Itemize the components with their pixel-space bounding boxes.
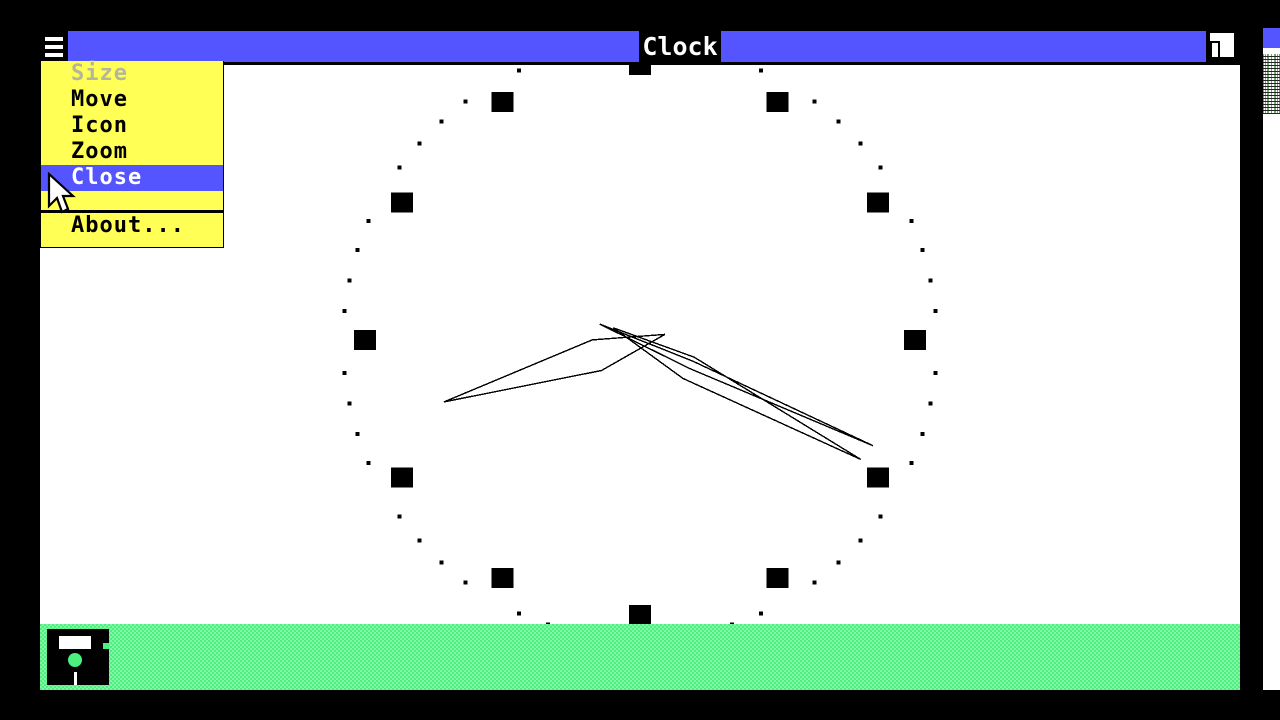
screen-border-bottom — [0, 690, 1280, 720]
minute-dot — [397, 165, 402, 170]
hour-marker — [766, 568, 789, 589]
minute-dot — [366, 219, 371, 224]
background-window-sliver[interactable] — [1262, 28, 1280, 690]
background-window-titlebar — [1263, 28, 1280, 48]
hamburger-menu-icon[interactable] — [40, 28, 68, 65]
hour-marker — [390, 467, 413, 488]
hamburger-bar — [45, 37, 63, 41]
page-title: Clock — [639, 28, 721, 65]
menu-gap — [41, 191, 223, 210]
menu-item-zoom[interactable]: Zoom — [41, 139, 223, 165]
hour-marker — [904, 330, 926, 350]
menu-item-about[interactable]: About... — [41, 213, 223, 239]
title-bar-drag-left[interactable] — [68, 31, 639, 62]
minute-dot — [355, 431, 360, 436]
minute-dot — [517, 68, 522, 73]
minute-dot — [347, 401, 352, 406]
minute-dot — [347, 278, 352, 283]
minute-dot — [878, 514, 883, 519]
menu-item-size: Size — [41, 61, 223, 87]
minute-dot — [417, 141, 422, 146]
minute-dot — [812, 580, 817, 585]
menu-tail — [41, 239, 223, 247]
hour-marker — [354, 330, 376, 350]
window-control-menu[interactable]: Size Move Icon Zoom Close About... — [40, 61, 224, 248]
hour-marker — [491, 91, 514, 112]
minute-dot — [758, 611, 763, 616]
hour-marker — [867, 192, 890, 213]
clock-hands-group — [443, 323, 874, 461]
screen: Clock Size Move Icon Zoom Close About... — [0, 0, 1280, 720]
minute-dot — [758, 68, 763, 73]
fuller-resize-icon[interactable] — [1206, 31, 1240, 65]
minute-dot — [439, 119, 444, 124]
background-window-content — [1263, 54, 1280, 114]
hour-marker — [867, 467, 890, 488]
hour-marker — [629, 605, 651, 624]
minute-dot — [928, 278, 933, 283]
menu-item-icon[interactable]: Icon — [41, 113, 223, 139]
minute-dot — [342, 309, 347, 313]
hamburger-bar — [45, 53, 63, 57]
minute-dot — [463, 580, 468, 585]
minute-dot — [342, 371, 347, 375]
second-hand — [599, 323, 874, 447]
floppy-disk-icon[interactable] — [47, 629, 109, 685]
minute-dot — [812, 99, 817, 104]
minute-dot — [920, 248, 925, 253]
minute-dot — [729, 622, 734, 624]
minute-dot — [858, 141, 863, 146]
title-bar[interactable]: Clock — [40, 28, 1240, 65]
menu-item-move[interactable]: Move — [41, 87, 223, 113]
minute-dot — [920, 431, 925, 436]
title-bar-drag-right[interactable] — [721, 31, 1206, 62]
floppy-slot — [74, 672, 77, 685]
hour-hand — [443, 333, 666, 403]
minute-hand — [613, 327, 862, 461]
minute-dot — [858, 538, 863, 543]
hour-marker — [390, 192, 413, 213]
minute-dot — [928, 401, 933, 406]
menu-item-close[interactable]: Close — [41, 165, 223, 191]
screen-border-left — [0, 0, 40, 720]
minute-dot — [933, 371, 938, 375]
screen-border-top — [0, 0, 1280, 28]
minute-dot — [836, 560, 841, 565]
minute-dot — [463, 99, 468, 104]
hour-marker — [766, 91, 789, 112]
minute-dot — [546, 622, 551, 624]
minute-dot — [909, 219, 914, 224]
fuller-inner2 — [1212, 43, 1218, 57]
hour-marker — [629, 65, 651, 75]
hamburger-bar — [45, 45, 63, 49]
floppy-hub — [68, 653, 82, 667]
minute-dot — [417, 538, 422, 543]
hour-marker — [491, 568, 514, 589]
minute-dot — [355, 248, 360, 253]
minute-dot — [397, 514, 402, 519]
floppy-label-strip — [59, 636, 91, 649]
minute-dot — [909, 460, 914, 465]
minute-dot — [439, 560, 444, 565]
minute-dot — [366, 460, 371, 465]
minute-dot — [836, 119, 841, 124]
minute-dot — [933, 309, 938, 313]
minute-dot — [878, 165, 883, 170]
minute-dot — [517, 611, 522, 616]
floppy-notch — [103, 643, 109, 649]
